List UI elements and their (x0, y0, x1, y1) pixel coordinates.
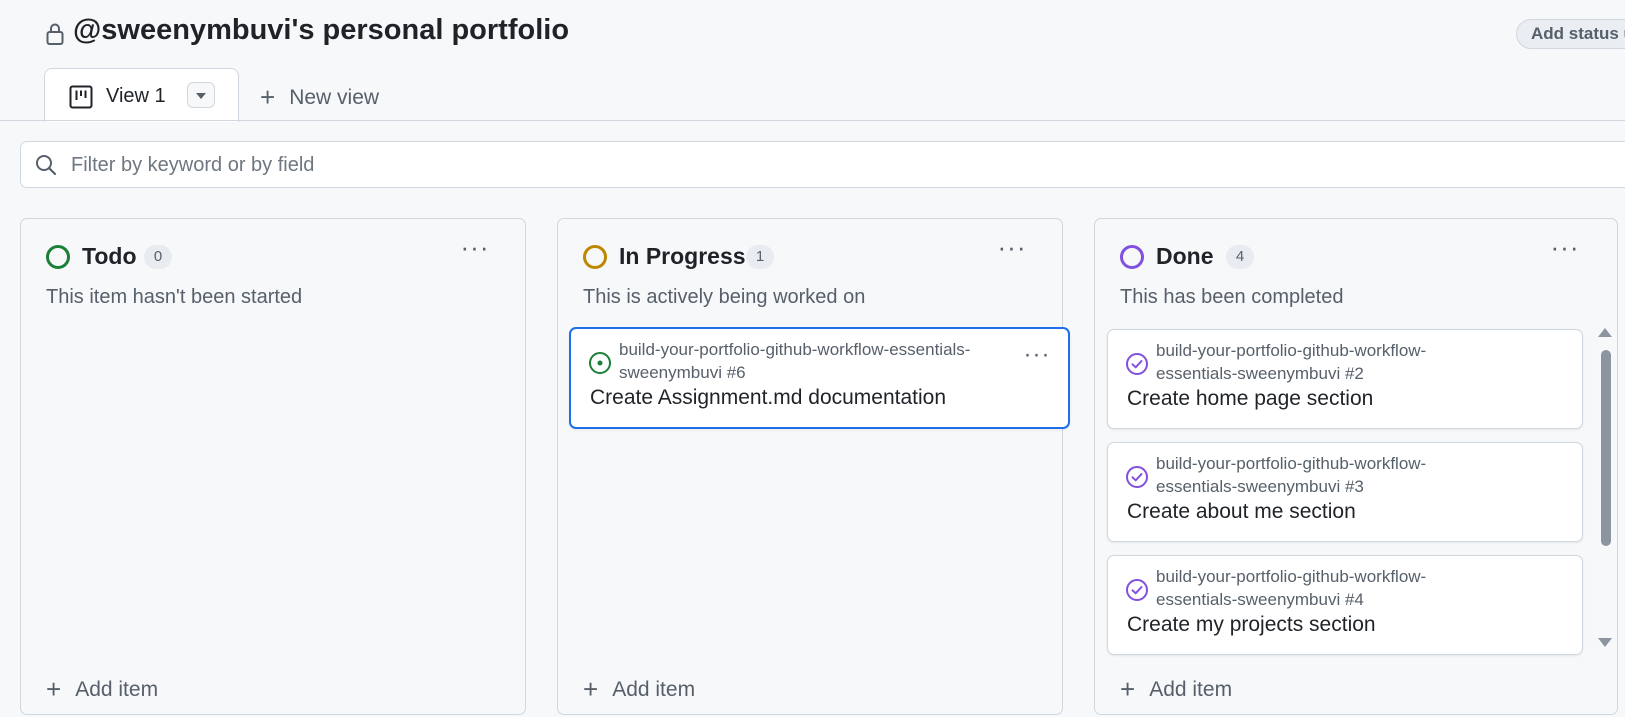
add-item-label: Add item (612, 678, 696, 701)
issue-closed-icon (1126, 466, 1148, 488)
column-count-badge: 0 (144, 245, 172, 269)
card-menu-button[interactable]: ··· (1019, 343, 1055, 373)
column-description: This is actively being worked on (583, 286, 866, 308)
issue-card[interactable]: build-your-portfolio-github-workflow-ess… (569, 327, 1070, 429)
column-menu-button[interactable]: ··· (1545, 234, 1585, 267)
board-view-icon (69, 85, 93, 109)
issue-opened-icon (589, 352, 611, 374)
add-item-label: Add item (1149, 678, 1233, 701)
column-description: This has been completed (1120, 286, 1344, 308)
issue-closed-icon (1126, 579, 1148, 601)
card-repo-line: essentials-sweenymbuvi #4 (1156, 590, 1364, 609)
card-repository[interactable]: build-your-portfolio-github-workflow- es… (1156, 339, 1426, 385)
project-title: @sweenymbuvi's personal portfolio (73, 14, 570, 46)
new-view-button[interactable]: + New view (260, 82, 379, 113)
plus-icon: + (583, 674, 599, 704)
scroll-up-arrow[interactable] (1598, 328, 1612, 337)
column-done: Done 4 ··· This has been completed build… (1094, 218, 1618, 715)
column-in-progress: In Progress 1 ··· This is actively being… (557, 218, 1070, 715)
scrollbar-thumb[interactable] (1601, 350, 1611, 546)
add-item-button[interactable]: + Add item (1120, 674, 1232, 705)
card-repo-line: build-your-portfolio-github-workflow- (1156, 454, 1427, 473)
plus-icon: + (46, 674, 62, 704)
card-title[interactable]: Create about me section (1127, 500, 1356, 524)
status-todo-icon (46, 245, 70, 269)
filter-input[interactable] (69, 150, 1069, 180)
issue-card[interactable]: build-your-portfolio-github-workflow- es… (1107, 329, 1583, 429)
view-options-button[interactable] (187, 82, 215, 108)
add-item-button[interactable]: + Add item (46, 674, 158, 705)
card-repo-line: build-your-portfolio-github-workflow-ess… (619, 340, 971, 359)
card-repo-line: build-your-portfolio-github-workflow- (1156, 567, 1427, 586)
column-title: Todo (82, 243, 137, 269)
column-count-badge: 4 (1226, 245, 1254, 269)
card-title[interactable]: Create home page section (1127, 387, 1373, 411)
column-title: Done (1156, 243, 1214, 269)
add-item-label: Add item (75, 678, 159, 701)
filter-bar[interactable] (20, 141, 1625, 188)
card-repo-line: build-your-portfolio-github-workflow- (1156, 341, 1427, 360)
column-menu-button[interactable]: ··· (455, 234, 495, 267)
issue-closed-icon (1126, 353, 1148, 375)
header-divider (0, 120, 1625, 121)
card-title[interactable]: Create my projects section (1127, 613, 1376, 637)
plus-icon: + (260, 82, 276, 112)
tab-view-1[interactable]: View 1 (44, 68, 239, 122)
card-repo-line: essentials-sweenymbuvi #3 (1156, 477, 1364, 496)
search-icon (36, 155, 57, 176)
plus-icon: + (1120, 674, 1136, 704)
issue-card[interactable]: build-your-portfolio-github-workflow- es… (1107, 442, 1583, 542)
status-in-progress-icon (583, 245, 607, 269)
scroll-down-arrow[interactable] (1598, 638, 1612, 647)
add-status-button[interactable]: Add status u (1516, 19, 1625, 49)
card-repo-line: essentials-sweenymbuvi #2 (1156, 364, 1364, 383)
column-todo: Todo 0 ··· This item hasn't been started… (20, 218, 526, 715)
card-repository[interactable]: build-your-portfolio-github-workflow- es… (1156, 452, 1426, 498)
status-done-icon (1120, 245, 1144, 269)
card-repository[interactable]: build-your-portfolio-github-workflow- es… (1156, 565, 1426, 611)
column-description: This item hasn't been started (46, 286, 303, 308)
column-menu-button[interactable]: ··· (992, 234, 1032, 267)
card-repo-line: sweenymbuvi #6 (619, 363, 746, 382)
column-count-badge: 1 (746, 245, 774, 269)
tab-label: View 1 (106, 85, 166, 107)
issue-card[interactable]: build-your-portfolio-github-workflow- es… (1107, 555, 1583, 655)
project-header: @sweenymbuvi's personal portfolio Add st… (0, 0, 1625, 122)
card-title[interactable]: Create Assignment.md documentation (590, 386, 946, 410)
card-repository[interactable]: build-your-portfolio-github-workflow-ess… (619, 338, 970, 384)
new-view-label: New view (289, 86, 380, 109)
lock-icon (46, 23, 64, 45)
add-item-button[interactable]: + Add item (583, 674, 695, 705)
column-title: In Progress (619, 243, 746, 269)
